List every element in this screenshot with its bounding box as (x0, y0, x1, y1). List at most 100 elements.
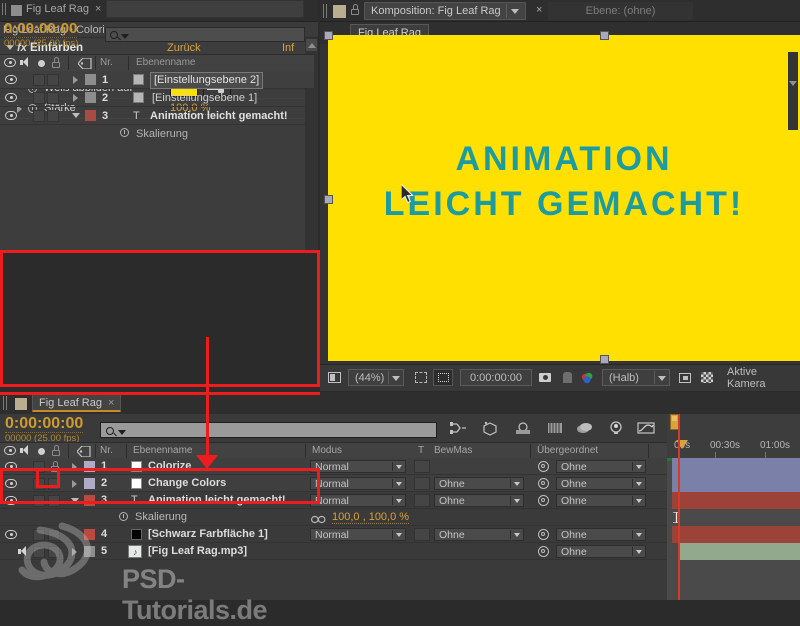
close-icon[interactable]: × (95, 3, 101, 15)
show-snapshot-icon[interactable] (558, 369, 576, 386)
panel-gripper[interactable] (323, 4, 328, 18)
lock-icon-active[interactable] (50, 461, 60, 473)
label-color[interactable] (84, 546, 95, 557)
floating-current-timecode[interactable]: 0:00:00:00 (4, 21, 78, 38)
motion-blur-icon[interactable] (514, 420, 532, 438)
label-color[interactable] (84, 478, 95, 489)
parent-pickwhip-icon[interactable] (538, 478, 549, 489)
snapshot-camera-icon[interactable] (536, 369, 554, 386)
eye-icon[interactable] (5, 93, 17, 102)
timeline-layer-row-4[interactable]: 4 [Schwarz Farbfläche 1] Normal Ohne Ohn… (0, 526, 667, 543)
composition-stage[interactable]: ANIMATION LEICHT GEMACHT! (320, 31, 800, 364)
solo-cell[interactable] (47, 92, 59, 104)
adjust-exposure-icon[interactable] (676, 369, 694, 386)
lock-icon[interactable] (350, 4, 360, 16)
region-of-interest-icon[interactable] (433, 369, 453, 386)
resolution-select[interactable]: (Halb) (602, 369, 670, 386)
audio-speaker-icon[interactable] (18, 546, 31, 557)
audio-cell[interactable] (33, 529, 45, 541)
selection-handle-ml[interactable] (324, 195, 333, 204)
track-matte-cell[interactable] (414, 460, 430, 473)
label-color[interactable] (84, 461, 95, 472)
audio-cell[interactable] (33, 495, 45, 507)
parent-select[interactable]: Ohne (556, 460, 646, 473)
channels-icon[interactable] (578, 369, 598, 386)
selection-handle-bc[interactable] (600, 355, 609, 364)
layer-name[interactable]: Animation leicht gemacht! (148, 492, 286, 509)
chevron-down-icon[interactable] (118, 429, 126, 435)
track-matte-cell[interactable] (414, 477, 430, 490)
timeline-layer-row-2[interactable]: 2 Change Colors Normal Ohne Ohne (0, 475, 667, 492)
timeline-ruler[interactable]: 00s 00:30s 01:00s (667, 414, 800, 459)
scale-value[interactable]: 100,0 , 100,0 % (332, 511, 410, 524)
panel-gripper[interactable] (2, 3, 7, 15)
audio-cell[interactable] (33, 74, 45, 86)
audio-cell[interactable] (33, 92, 45, 104)
layer-bar-4[interactable] (672, 526, 800, 543)
lock-cell[interactable] (48, 495, 60, 507)
scroll-down-icon[interactable] (788, 52, 798, 86)
tab-timeline[interactable]: Fig Leaf Rag × (32, 394, 122, 412)
col-parent[interactable]: Übergeordnet (537, 443, 598, 459)
parent-select[interactable]: Ohne (556, 477, 646, 490)
selection-handle-tc[interactable] (600, 31, 609, 40)
floating-scrollbar[interactable] (788, 52, 798, 130)
layer-bar-2[interactable] (672, 475, 800, 492)
floating-layer-name[interactable]: Animation leicht gemacht! (150, 107, 288, 125)
disclosure-triangle-icon[interactable] (73, 76, 78, 84)
scroll-up-icon[interactable] (306, 39, 317, 51)
zoom-select[interactable]: (44%) (348, 369, 404, 386)
comp-timecode[interactable]: 0:00:00:00 (460, 369, 532, 386)
label-color[interactable] (85, 92, 96, 103)
layer-name[interactable]: [Schwarz Farbfläche 1] (148, 526, 268, 543)
eye-icon[interactable] (5, 75, 17, 84)
parent-pickwhip-icon[interactable] (538, 461, 549, 472)
blend-mode-select[interactable]: Normal (310, 494, 406, 507)
eye-icon[interactable] (5, 496, 17, 505)
disclosure-triangle-icon[interactable] (72, 113, 80, 118)
selection-handle-tl[interactable] (324, 31, 333, 40)
label-color[interactable] (85, 110, 96, 121)
disclosure-triangle-icon[interactable] (73, 94, 78, 102)
layer-name[interactable]: Change Colors (148, 475, 226, 492)
matte-select[interactable]: Ohne (434, 528, 524, 541)
graph-editor-icon[interactable] (636, 420, 655, 438)
track-matte-cell[interactable] (414, 494, 430, 507)
label-color[interactable] (84, 495, 95, 506)
disclosure-triangle-icon[interactable] (72, 480, 77, 488)
floating-layer-name[interactable]: [Einstellungsebene 1] (152, 89, 257, 107)
grid-guides-icon[interactable] (412, 369, 430, 386)
timeline-layer-row-5[interactable]: 5 ♪ [Fig Leaf Rag.mp3] Ohne (0, 543, 667, 560)
col-matte[interactable]: BewMas (434, 443, 472, 459)
lock-cell[interactable] (48, 546, 60, 558)
label-color[interactable] (85, 74, 96, 85)
layer-bar-5[interactable] (680, 543, 800, 560)
label-color[interactable] (84, 529, 95, 540)
floating-layer-row-3[interactable]: 3 T Animation leicht gemacht! (0, 107, 314, 125)
view-select[interactable]: Aktive Kamera (724, 366, 800, 390)
parent-pickwhip-icon[interactable] (538, 529, 549, 540)
timeline-property-row-scale[interactable]: Skalierung 100,0 , 100,0 % (0, 509, 667, 526)
lock-cell[interactable] (48, 529, 60, 541)
chevron-down-icon[interactable] (658, 376, 666, 381)
layer-name[interactable]: [Fig Leaf Rag.mp3] (148, 543, 247, 560)
floating-layer-row-2[interactable]: 2 [Einstellungsebene 1] (0, 89, 314, 107)
floating-tab-label[interactable]: Fig Leaf Rag (26, 3, 89, 15)
solo-cell[interactable] (47, 74, 59, 86)
track-matte-cell[interactable] (414, 528, 430, 541)
eye-icon[interactable] (5, 530, 17, 539)
parent-pickwhip-icon[interactable] (538, 495, 549, 506)
floating-search-input[interactable] (105, 27, 305, 42)
layer-stack-icon[interactable] (575, 420, 593, 438)
timeline-current-timecode[interactable]: 0:00:00:00 (5, 416, 84, 433)
blend-mode-select[interactable]: Normal (310, 477, 406, 490)
draft-3d-icon[interactable] (482, 420, 500, 438)
close-icon[interactable]: × (108, 397, 114, 409)
stopwatch-icon[interactable] (119, 512, 128, 521)
timeline-search-input[interactable] (100, 422, 437, 438)
tab-composition[interactable]: Komposition: Fig Leaf Rag (364, 2, 526, 20)
chevron-down-icon[interactable] (121, 34, 129, 39)
lock-cell[interactable] (48, 478, 60, 490)
disclosure-triangle-icon[interactable] (71, 498, 79, 503)
timeline-layer-row-3[interactable]: 3 T Animation leicht gemacht! Normal Ohn… (0, 492, 667, 509)
